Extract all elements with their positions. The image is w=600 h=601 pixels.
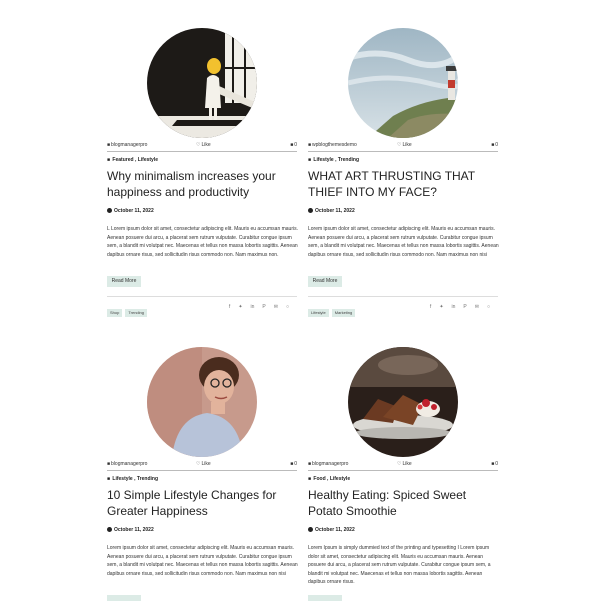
divider (107, 296, 297, 297)
share-icons: f ✦ in P ✉ ○ (422, 304, 490, 310)
category-link[interactable]: Lifestyle (138, 157, 158, 163)
dessert-plate-photo (348, 347, 458, 457)
post-date: October 11, 2022 (107, 208, 154, 214)
post-meta: ■blogmanagerpro ♡Like ■0 (107, 142, 297, 150)
tag-chip[interactable]: Marketing (331, 309, 356, 317)
clock-icon (308, 527, 313, 532)
post-tags: Shop Trending (107, 301, 150, 319)
folder-icon: ■ (107, 157, 111, 163)
pinterest-icon[interactable]: P (262, 304, 265, 310)
like-button[interactable]: ♡Like (397, 142, 412, 148)
email-icon[interactable]: ✉ (274, 304, 278, 310)
like-button[interactable]: ♡Like (196, 142, 211, 148)
tag-chip[interactable]: Trending (125, 309, 147, 317)
post-excerpt: Lorem ipsum dolor sit amet, consectetur … (308, 226, 499, 258)
tag-chip[interactable]: Shop (107, 309, 123, 317)
pinterest-icon[interactable]: P (463, 304, 466, 310)
whatsapp-icon[interactable]: ○ (286, 304, 289, 310)
post-title[interactable]: WHAT ART THRUSTING THAT THIEF INTO MY FA… (308, 168, 500, 200)
post-meta: ■wpblogthemesdemo ♡Like ■0 (308, 142, 498, 150)
folder-icon: ■ (308, 157, 312, 163)
category-link[interactable]: Lifestyle (112, 476, 132, 482)
post-thumbnail[interactable] (348, 347, 458, 457)
post-date: October 11, 2022 (308, 208, 355, 214)
like-button[interactable]: ♡Like (196, 461, 211, 467)
post-excerpt: Lorem ipsum dolor sit amet, consectetur … (107, 545, 298, 577)
post-title[interactable]: Healthy Eating: Spiced Sweet Potato Smoo… (308, 487, 500, 519)
category-link[interactable]: Lifestyle (313, 157, 333, 163)
comments-link[interactable]: ■0 (290, 461, 297, 467)
linkedin-icon[interactable]: in (251, 304, 255, 310)
tag-chip[interactable]: Lifestyle (308, 309, 329, 317)
category-link[interactable]: Food (313, 476, 325, 482)
clock-icon (107, 208, 112, 213)
divider (308, 151, 498, 152)
heart-icon: ♡ (397, 142, 402, 148)
post-meta: ■blogmanagerpro ♡Like ■0 (308, 461, 498, 469)
post-thumbnail[interactable] (348, 28, 458, 138)
like-button[interactable]: ♡Like (397, 461, 412, 467)
woman-with-glasses-photo (147, 347, 257, 457)
post-categories: ■ Lifestyle , Trending (308, 157, 359, 163)
divider (107, 470, 297, 471)
category-link[interactable]: Lifestyle (330, 476, 350, 482)
user-icon: ■ (308, 461, 312, 467)
author-link[interactable]: ■blogmanagerpro (308, 461, 348, 467)
post-excerpt: Lorem Ipsum is simply dummied text of th… (308, 545, 491, 585)
user-icon: ■ (308, 142, 312, 148)
author-link[interactable]: ■blogmanagerpro (107, 461, 147, 467)
category-link[interactable]: Trending (338, 157, 359, 163)
comment-icon: ■ (290, 142, 294, 148)
folder-icon: ■ (107, 476, 111, 482)
post-categories: ■ Featured , Lifestyle (107, 157, 158, 163)
read-more-button[interactable]: Read More (308, 276, 342, 287)
post-date: October 11, 2022 (107, 527, 154, 533)
comment-icon: ■ (290, 461, 294, 467)
share-icons: f ✦ in P ✉ ○ (221, 304, 289, 310)
post-thumbnail[interactable] (147, 347, 257, 457)
category-link[interactable]: Trending (137, 476, 158, 482)
post-meta: ■blogmanagerpro ♡Like ■0 (107, 461, 297, 469)
author-link[interactable]: ■wpblogthemesdemo (308, 142, 357, 148)
twitter-icon[interactable]: ✦ (238, 304, 242, 310)
post-categories: ■ Lifestyle , Trending (107, 476, 158, 482)
clock-icon (107, 527, 112, 532)
post-title[interactable]: 10 Simple Lifestyle Changes for Greater … (107, 487, 299, 519)
post-date: October 11, 2022 (308, 527, 355, 533)
read-more-button[interactable] (107, 595, 141, 601)
user-icon: ■ (107, 142, 111, 148)
heart-icon: ♡ (196, 461, 201, 467)
author-link[interactable]: ■blogmanagerpro (107, 142, 147, 148)
folder-icon: ■ (308, 476, 312, 482)
post-categories: ■ Food , Lifestyle (308, 476, 350, 482)
post-title[interactable]: Why minimalism increases your happiness … (107, 168, 299, 200)
category-link[interactable]: Featured (112, 157, 133, 163)
post-tags: Lifestyle Marketing (308, 301, 358, 319)
clock-icon (308, 208, 313, 213)
read-more-button[interactable] (308, 595, 342, 601)
twitter-icon[interactable]: ✦ (439, 304, 443, 310)
user-icon: ■ (107, 461, 111, 467)
comments-link[interactable]: ■0 (290, 142, 297, 148)
comments-link[interactable]: ■0 (491, 142, 498, 148)
woman-in-window-illustration (147, 28, 257, 138)
read-more-button[interactable]: Read More (107, 276, 141, 287)
comment-icon: ■ (491, 461, 495, 467)
divider (308, 470, 498, 471)
heart-icon: ♡ (196, 142, 201, 148)
post-excerpt: L Lorem ipsum dolor sit amet, consectetu… (107, 226, 299, 258)
divider (107, 151, 297, 152)
divider (308, 296, 498, 297)
facebook-icon[interactable]: f (229, 304, 230, 310)
heart-icon: ♡ (397, 461, 402, 467)
lighthouse-cliff-photo (348, 28, 458, 138)
linkedin-icon[interactable]: in (452, 304, 456, 310)
whatsapp-icon[interactable]: ○ (487, 304, 490, 310)
facebook-icon[interactable]: f (430, 304, 431, 310)
email-icon[interactable]: ✉ (475, 304, 479, 310)
post-thumbnail[interactable] (147, 28, 257, 138)
comment-icon: ■ (491, 142, 495, 148)
comments-link[interactable]: ■0 (491, 461, 498, 467)
